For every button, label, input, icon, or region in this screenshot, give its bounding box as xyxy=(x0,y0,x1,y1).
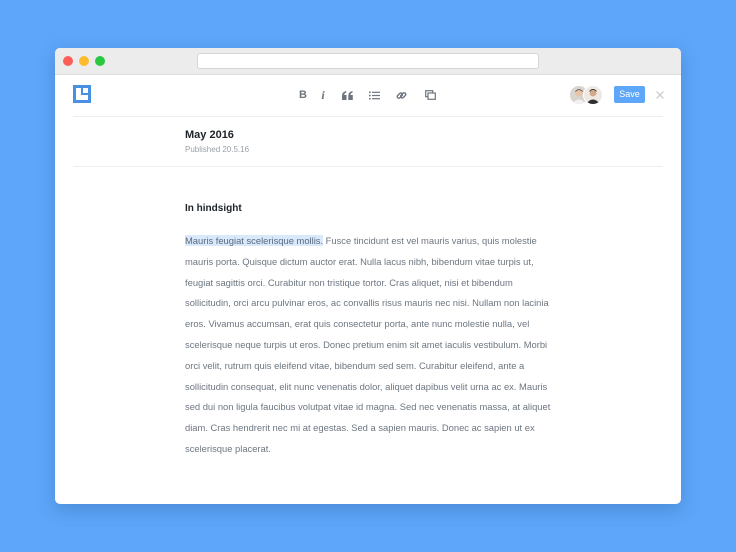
maximize-window-button[interactable] xyxy=(95,56,105,66)
editor-toolbar: B i Save xyxy=(55,75,681,115)
italic-button[interactable]: i xyxy=(315,87,331,103)
browser-window: B i Save May 2016 Published 20.5.16 In h… xyxy=(55,48,681,504)
minimize-window-button[interactable] xyxy=(79,56,89,66)
avatar-person-icon xyxy=(586,88,600,104)
section-heading[interactable]: In hindsight xyxy=(185,203,242,214)
close-editor-button[interactable] xyxy=(653,88,667,102)
quote-button[interactable] xyxy=(339,87,355,103)
quote-icon xyxy=(341,90,353,100)
publish-date: Published 20.5.16 xyxy=(185,145,250,154)
save-button[interactable]: Save xyxy=(614,86,645,103)
list-icon xyxy=(368,91,380,99)
italic-icon: i xyxy=(321,87,325,102)
header-divider xyxy=(73,166,663,167)
avatar[interactable] xyxy=(583,85,603,105)
copy-button[interactable] xyxy=(422,87,438,103)
document-title[interactable]: May 2016 xyxy=(185,129,234,141)
window-titlebar xyxy=(55,48,681,75)
close-icon xyxy=(656,91,664,99)
link-button[interactable] xyxy=(393,87,409,103)
document-body[interactable]: Mauris feugiat scelerisque mollis. Fusce… xyxy=(185,231,555,460)
toolbar-divider xyxy=(73,116,663,117)
address-bar[interactable] xyxy=(197,53,539,69)
close-window-button[interactable] xyxy=(63,56,73,66)
app-logo-icon[interactable] xyxy=(73,85,91,103)
bold-icon: B xyxy=(299,89,307,101)
selected-text[interactable]: Mauris feugiat scelerisque mollis. xyxy=(185,235,324,246)
collaborators[interactable] xyxy=(569,85,603,105)
link-icon xyxy=(396,91,406,99)
bold-button[interactable]: B xyxy=(295,87,311,103)
body-text: Fusce tincidunt est vel mauris varius, q… xyxy=(185,235,551,454)
copy-icon xyxy=(424,90,436,100)
list-button[interactable] xyxy=(366,87,382,103)
